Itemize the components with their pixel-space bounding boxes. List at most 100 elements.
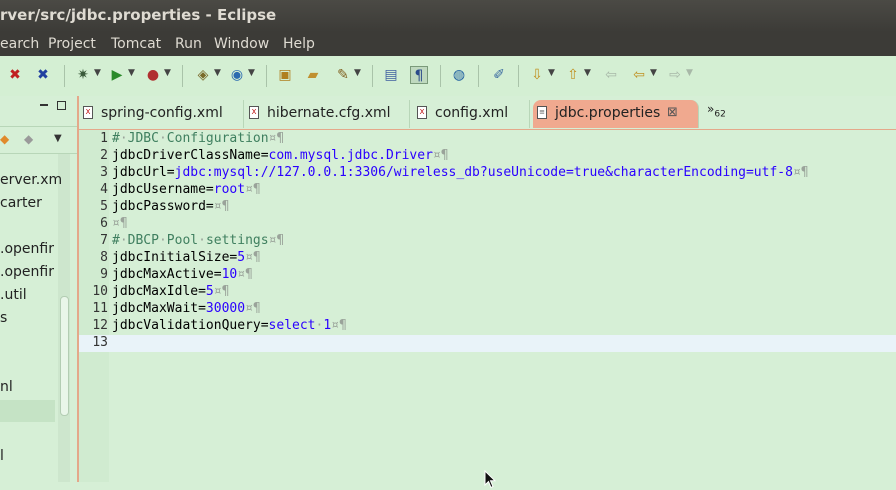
new-server-icon[interactable]: ◈ (194, 66, 212, 84)
scrollbar-thumb[interactable] (60, 296, 69, 416)
code-line[interactable]: 5 jdbcPassword=¤¶ (79, 199, 896, 216)
tree-item[interactable]: .openfir (0, 241, 54, 257)
chevron-down-icon[interactable]: ▼ (128, 68, 135, 78)
code-token: ¤¶ (237, 267, 253, 282)
code-line[interactable]: 9 jdbcMaxActive=10¤¶ (79, 267, 896, 284)
code-line[interactable]: 2 jdbcDriverClassName=com.mysql.jdbc.Driv… (79, 148, 896, 165)
tab-label: spring-config.xml (101, 105, 223, 121)
code-token: · (198, 233, 206, 248)
link-editor-icon[interactable]: ◆ (24, 132, 33, 146)
tab-spring-config[interactable]: X spring-config.xml (79, 100, 244, 128)
search-tool-icon[interactable]: ✎ (334, 66, 352, 84)
code-token: jdbcDriverClassName= (112, 148, 269, 163)
collapse-all-icon[interactable]: ◆ (0, 132, 9, 146)
code-token: ¤¶ (432, 148, 449, 163)
code-text: #·JDBC·Configuration¤¶ (112, 131, 284, 146)
code-line[interactable]: 6 ¤¶ (79, 216, 896, 233)
external-tools-icon[interactable]: ✖ (34, 66, 52, 84)
code-text: jdbcUsername=root¤¶ (112, 182, 261, 197)
chevron-down-icon[interactable]: ▼ (94, 68, 101, 78)
run-last-icon[interactable]: ● (144, 66, 162, 84)
editor-tab-bar: X spring-config.xml X hibernate.cfg.xml … (79, 96, 896, 130)
code-token: jdbc:mysql://127.0.0.1:3306/wireless_db?… (174, 165, 793, 180)
line-number: 3 (100, 165, 108, 180)
code-text: jdbcUrl=jdbc:mysql://127.0.0.1:3306/wire… (112, 165, 809, 180)
tab-hibernate-cfg[interactable]: X hibernate.cfg.xml (245, 100, 410, 128)
text-file-icon: ≡ (537, 106, 547, 119)
code-token: jdbcMaxIdle= (112, 284, 206, 299)
code-line[interactable]: 8 jdbcInitialSize=5¤¶ (79, 250, 896, 267)
code-line[interactable]: 1 #·JDBC·Configuration¤¶ (79, 131, 896, 148)
code-line[interactable]: 13 (79, 335, 896, 352)
code-token: ¤¶ (331, 318, 347, 333)
code-line[interactable]: 10 jdbcMaxIdle=5¤¶ (79, 284, 896, 301)
maximize-icon[interactable] (57, 101, 66, 110)
chevron-down-icon[interactable]: ▼ (548, 68, 555, 78)
menu-window[interactable]: Window (214, 36, 269, 52)
back-icon[interactable]: ⇦ (602, 66, 620, 84)
code-token: # (112, 233, 120, 248)
code-token: jdbcMaxWait= (112, 301, 206, 316)
code-text: jdbcMaxIdle=5¤¶ (112, 284, 229, 299)
code-token: Configuration (166, 131, 269, 146)
tree-item[interactable]: erver.xm (0, 172, 62, 188)
code-token: ¤¶ (112, 216, 128, 231)
back-nav-icon[interactable]: ⇦ (630, 66, 648, 84)
toggle-mark-icon[interactable]: ▤ (382, 66, 400, 84)
menu-project[interactable]: Project (48, 36, 96, 52)
new-class-icon[interactable]: ◉ (228, 66, 246, 84)
open-type-icon[interactable]: ▣ (276, 66, 294, 84)
tree-item[interactable]: carter (0, 195, 42, 211)
code-token: 1 (323, 318, 332, 333)
chevron-down-icon[interactable]: ▼ (248, 68, 255, 78)
view-menu-icon[interactable]: ▼ (54, 133, 62, 144)
chevron-down-icon[interactable]: ▼ (650, 68, 657, 78)
menu-run[interactable]: Run (175, 36, 202, 52)
forward-icon[interactable]: ⇨ (666, 66, 684, 84)
line-number: 9 (100, 267, 108, 282)
code-line[interactable]: 4 jdbcUsername=root¤¶ (79, 182, 896, 199)
tree-item[interactable]: s (0, 310, 7, 326)
prev-annotation-icon[interactable]: ⇧ (564, 66, 582, 84)
menu-help[interactable]: Help (283, 36, 315, 52)
code-token: JDBC (127, 131, 159, 146)
show-whitespace-icon[interactable]: ¶ (410, 66, 428, 84)
tab-config[interactable]: X config.xml (413, 100, 530, 128)
tree-item[interactable]: nl (0, 379, 13, 395)
globe-icon[interactable]: ◍ (450, 66, 468, 84)
chevron-down-icon[interactable]: ▼ (584, 68, 591, 78)
chevron-down-icon[interactable]: ▼ (214, 68, 221, 78)
debug-config-icon[interactable]: ✖ (6, 66, 24, 84)
line-number: 12 (92, 318, 108, 333)
close-icon[interactable]: ⊠ (667, 105, 678, 120)
toolbar-separator (64, 65, 65, 87)
chevron-down-icon[interactable]: ▼ (686, 68, 693, 78)
open-folder-icon[interactable]: ▰ (304, 66, 322, 84)
code-line[interactable]: 11 jdbcMaxWait=30000¤¶ (79, 301, 896, 318)
run-icon[interactable]: ▶ (108, 66, 126, 84)
tree-item[interactable]: l (0, 448, 4, 464)
line-number: 11 (92, 301, 108, 316)
chevron-down-icon[interactable]: ▼ (164, 68, 171, 78)
code-line[interactable]: 7 #·DBCP·Pool·settings¤¶ (79, 233, 896, 250)
code-token: ¤¶ (213, 199, 230, 214)
code-line[interactable]: 3 jdbcUrl=jdbc:mysql://127.0.0.1:3306/wir… (79, 165, 896, 182)
menu-tomcat[interactable]: Tomcat (111, 36, 161, 52)
settings-icon[interactable]: ✷ (74, 66, 92, 84)
code-text: ¤¶ (112, 216, 128, 231)
tree-item[interactable]: .util (0, 287, 27, 303)
code-line[interactable]: 12 jdbcValidationQuery=select·1¤¶ (79, 318, 896, 335)
tree-item[interactable]: .openfir (0, 264, 54, 280)
code-editor[interactable]: 1 #·JDBC·Configuration¤¶ 2 jdbcDriverClassN… (79, 130, 896, 489)
chevron-down-icon[interactable]: ▼ (354, 68, 361, 78)
open-perspective-icon[interactable]: ✐ (490, 66, 508, 84)
toolbar-separator (440, 65, 441, 87)
window-title: rver/src/jdbc.properties - Eclipse (0, 6, 277, 24)
line-number: 5 (100, 199, 108, 214)
minimize-icon[interactable] (40, 104, 48, 106)
next-annotation-icon[interactable]: ⇩ (528, 66, 546, 84)
more-tabs-button[interactable]: »62 (707, 102, 726, 119)
menu-search[interactable]: earch (0, 36, 39, 52)
toolbar-separator (266, 65, 267, 87)
tab-jdbc-properties[interactable]: ≡ jdbc.properties ⊠ (533, 100, 699, 128)
